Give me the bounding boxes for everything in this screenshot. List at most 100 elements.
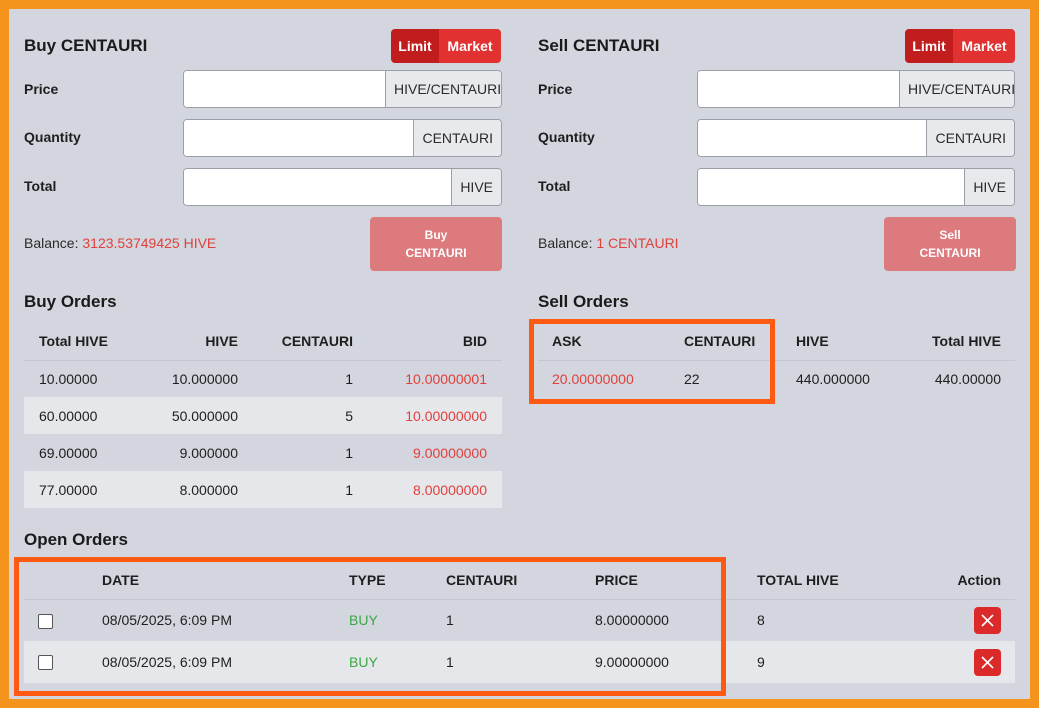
- cancel-order-button[interactable]: [974, 606, 1001, 634]
- table-row[interactable]: 69.00000 9.000000 1 9.00000000: [24, 434, 502, 471]
- open-order-type: BUY: [349, 641, 446, 683]
- sell-balance: Balance: 1 CENTAURI: [538, 235, 679, 251]
- buy-limit-button[interactable]: Limit: [391, 29, 439, 63]
- open-orders-table: DATE TYPE CENTAURI PRICE TOTAL HIVE Acti…: [24, 562, 1015, 683]
- open-order-date: 08/05/2025, 6:09 PM: [102, 641, 349, 683]
- sell-orders-header-row: ASK CENTAURI HIVE Total HIVE: [538, 323, 1015, 361]
- buy-price-unit: HIVE/CENTAURI: [385, 71, 501, 107]
- sell-submit-button[interactable]: Sell CENTAURI: [884, 217, 1016, 271]
- buy-total-input[interactable]: [184, 169, 452, 205]
- buy-quantity-unit: CENTAURI: [413, 120, 501, 156]
- sell-order-ask: 20.00000000: [552, 370, 634, 387]
- sell-order-centauri: 22: [684, 370, 700, 387]
- sell-price-input[interactable]: [698, 71, 899, 107]
- buy-order-centauri: 5: [238, 397, 353, 434]
- sell-orders-table: ASK CENTAURI HIVE Total HIVE 20.00000000…: [538, 323, 1015, 397]
- buy-price-input[interactable]: [184, 71, 385, 107]
- open-orders-col-date: DATE: [102, 562, 349, 600]
- buy-order-hive: 50.000000: [146, 397, 238, 434]
- buy-submit-button[interactable]: Buy CENTAURI: [370, 217, 502, 271]
- buy-order-centauri: 1: [345, 444, 353, 461]
- buy-order-total-hive: 60.00000: [24, 397, 146, 434]
- buy-order-total-hive: 10.00000: [39, 370, 98, 387]
- buy-orders-col-hive: HIVE: [146, 323, 238, 361]
- sell-total-label: Total: [538, 178, 571, 194]
- sell-quantity-input[interactable]: [698, 120, 927, 156]
- row-select-checkbox[interactable]: [38, 613, 53, 629]
- table-row[interactable]: 20.00000000 22 440.000000 440.00000: [538, 360, 1015, 397]
- table-row[interactable]: 60.00000 50.000000 5 10.00000000: [24, 397, 502, 434]
- sell-quantity-label: Quantity: [538, 129, 595, 145]
- open-orders-col-type: TYPE: [349, 562, 446, 600]
- open-order-total-hive: 9: [757, 641, 907, 683]
- close-icon: [981, 614, 994, 627]
- buy-order-centauri: 1: [345, 370, 353, 387]
- buy-order-bid: 8.00000000: [353, 471, 502, 508]
- sell-submit-line1: Sell: [939, 228, 961, 242]
- sell-title: Sell CENTAURI: [538, 36, 660, 55]
- table-row[interactable]: 77.00000 8.000000 1 8.00000000: [24, 471, 502, 508]
- buy-orders-table: Total HIVE HIVE CENTAURI BID 10.00000 10…: [24, 323, 502, 508]
- open-orders-title: Open Orders: [24, 530, 128, 549]
- buy-orders-col-centauri: CENTAURI: [238, 323, 353, 361]
- buy-order-hive: 10.000000: [171, 370, 238, 387]
- open-order-price: 8.00000000: [595, 612, 669, 629]
- buy-order-type-toggle: Limit Market: [391, 29, 501, 63]
- table-row[interactable]: 10.00000 10.000000 1 10.00000001: [24, 360, 502, 397]
- trade-panel: Buy CENTAURI Limit Market Price HIVE/CEN…: [9, 9, 1030, 699]
- sell-limit-button[interactable]: Limit: [905, 29, 953, 63]
- open-orders-col-price: PRICE: [595, 562, 757, 600]
- sell-orders-col-centauri: CENTAURI: [684, 323, 796, 361]
- sell-orders-col-hive: HIVE: [796, 323, 916, 361]
- buy-order-bid: 10.00000001: [405, 370, 487, 387]
- table-row[interactable]: 08/05/2025, 6:09 PM BUY 1 9.00000000 9: [24, 641, 1015, 683]
- open-orders-col-total-hive: TOTAL HIVE: [757, 562, 907, 600]
- open-order-action-cell: [907, 641, 1015, 683]
- sell-market-button[interactable]: Market: [953, 29, 1015, 63]
- sell-total-input[interactable]: [698, 169, 965, 205]
- open-orders-col-centauri: CENTAURI: [446, 562, 595, 600]
- sell-quantity-group: CENTAURI: [697, 119, 1015, 157]
- buy-orders-header-row: Total HIVE HIVE CENTAURI BID: [24, 323, 502, 361]
- table-row[interactable]: 08/05/2025, 6:09 PM BUY 1 8.00000000 8: [24, 599, 1015, 641]
- row-select-checkbox[interactable]: [38, 655, 53, 671]
- buy-price-label: Price: [24, 81, 59, 97]
- sell-price-group: HIVE/CENTAURI: [697, 70, 1015, 108]
- sell-orders-col-ask: ASK: [538, 323, 684, 361]
- sell-price-label: Price: [538, 81, 573, 97]
- open-order-price: 9.00000000: [595, 641, 757, 683]
- sell-orders-col-total-hive: Total HIVE: [916, 323, 1015, 361]
- sell-total-group: HIVE: [697, 168, 1015, 206]
- sell-order-hive: 440.000000: [796, 370, 870, 387]
- cancel-order-button[interactable]: [974, 648, 1001, 676]
- open-order-centauri: 1: [446, 641, 595, 683]
- buy-order-centauri: 1: [238, 471, 353, 508]
- row-select-cell: [24, 599, 102, 641]
- buy-balance: Balance: 3123.53749425 HIVE: [24, 235, 216, 251]
- sell-order-total-hive: 440.00000: [934, 370, 1001, 387]
- buy-balance-value: 3123.53749425 HIVE: [82, 235, 217, 251]
- open-order-action-cell: [907, 599, 1015, 641]
- open-order-total-hive: 8: [757, 612, 765, 629]
- buy-order-bid: 9.00000000: [413, 444, 487, 461]
- buy-total-unit: HIVE: [451, 169, 501, 205]
- buy-quantity-input[interactable]: [184, 120, 414, 156]
- open-order-type: BUY: [349, 612, 378, 629]
- open-orders-col-action: Action: [907, 562, 1015, 600]
- sell-order-type-toggle: Limit Market: [905, 29, 1015, 63]
- buy-order-bid: 10.00000000: [353, 397, 502, 434]
- sell-balance-value: 1 CENTAURI: [596, 235, 679, 251]
- buy-order-hive: 9.000000: [179, 444, 238, 461]
- buy-orders-title: Buy Orders: [24, 292, 117, 311]
- open-order-centauri: 1: [446, 612, 454, 629]
- close-icon: [981, 655, 994, 669]
- buy-price-group: HIVE/CENTAURI: [183, 70, 502, 108]
- buy-total-group: HIVE: [183, 168, 502, 206]
- buy-market-button[interactable]: Market: [439, 29, 501, 63]
- buy-quantity-group: CENTAURI: [183, 119, 502, 157]
- buy-order-total-hive: 77.00000: [24, 471, 146, 508]
- buy-orders-col-total-hive: Total HIVE: [24, 323, 146, 361]
- buy-order-total-hive: 69.00000: [39, 444, 98, 461]
- buy-order-hive: 8.000000: [146, 471, 238, 508]
- sell-price-unit: HIVE/CENTAURI: [899, 71, 1014, 107]
